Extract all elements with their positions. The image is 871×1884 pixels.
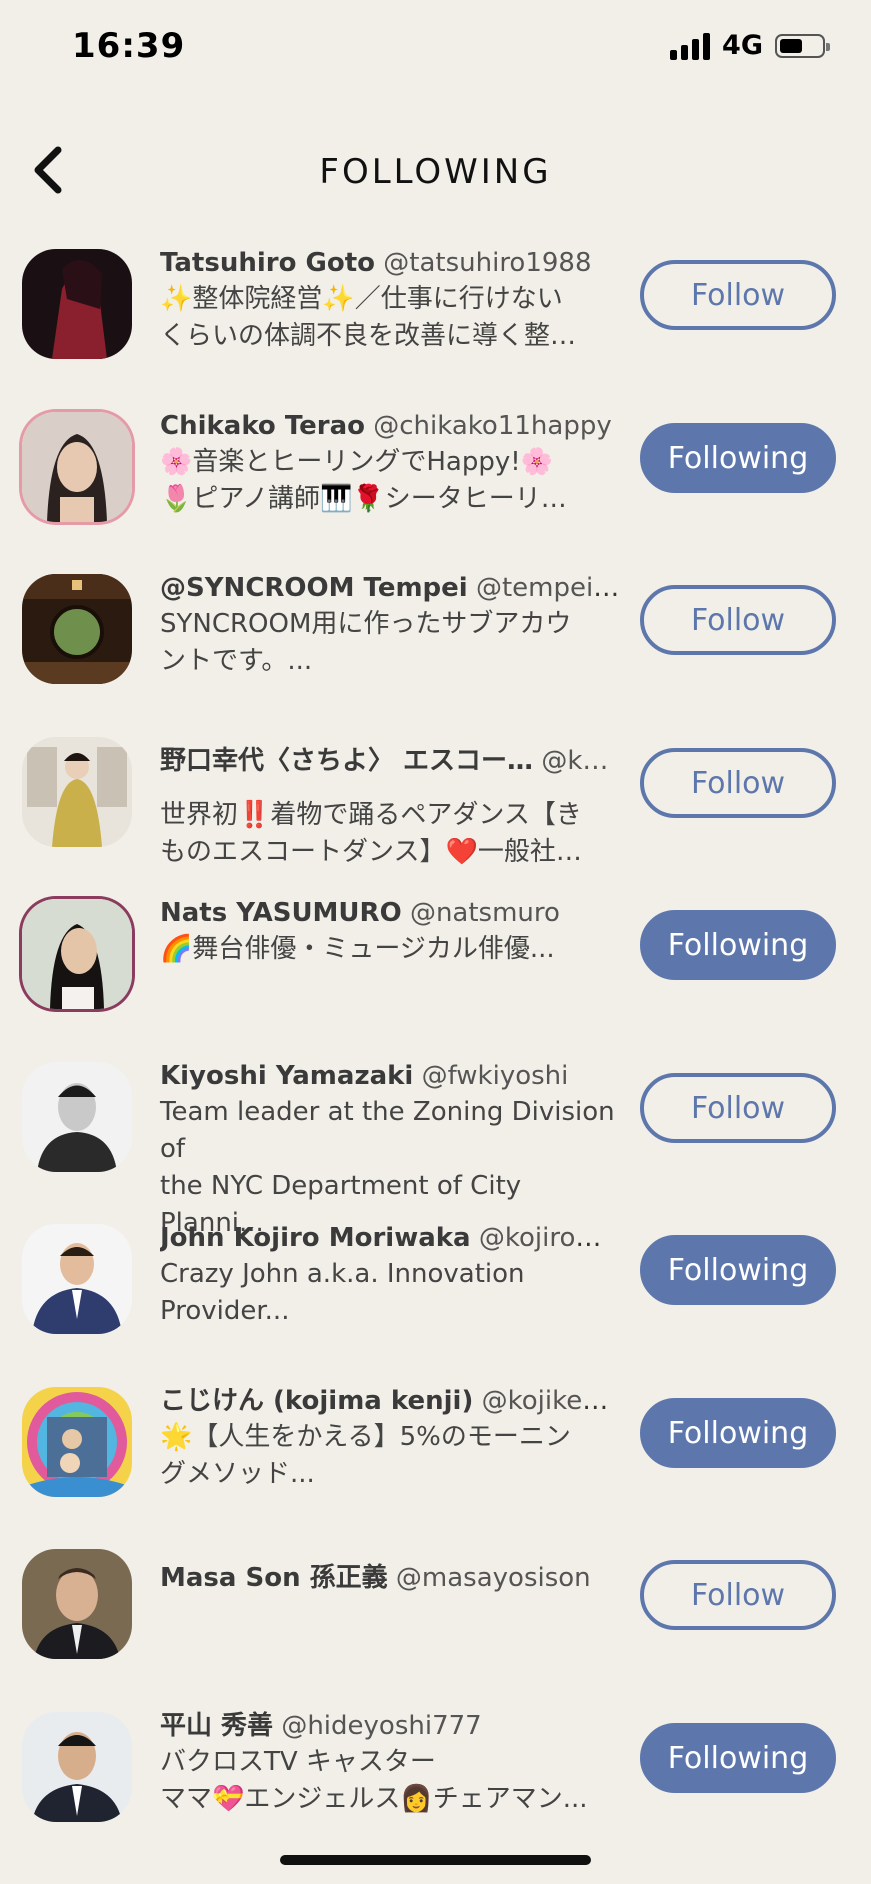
avatar[interactable]: [22, 1712, 132, 1822]
user-info: Masa Son 孫正義 @masayosison: [160, 1560, 620, 1596]
avatar[interactable]: [22, 1549, 132, 1659]
name-line: John Kojiro Moriwaka @kojiromori...: [160, 1220, 620, 1256]
header: FOLLOWING: [0, 130, 871, 210]
avatar[interactable]: [22, 1387, 132, 1497]
user-name: こじけん (kojima kenji): [160, 1386, 474, 1416]
follow-button[interactable]: Follow: [640, 260, 836, 330]
list-item[interactable]: Kiyoshi Yamazaki @fwkiyoshi Team leader …: [0, 1058, 871, 1238]
user-name: John Kojiro Moriwaka: [160, 1223, 471, 1253]
follow-button[interactable]: Follow: [640, 1073, 836, 1143]
user-handle: @fwkiyoshi: [421, 1061, 569, 1091]
follow-button[interactable]: Follow: [640, 1560, 836, 1630]
user-handle: @chikako11happy: [373, 411, 612, 441]
user-name: Kiyoshi Yamazaki: [160, 1061, 414, 1091]
user-handle: @k…: [541, 746, 609, 776]
name-line: こじけん (kojima kenji) @kojiken427: [160, 1383, 620, 1419]
name-line: 平山 秀善 @hideyoshi777: [160, 1708, 620, 1744]
user-info: 野口幸代〈さちよ〉 エスコー… @k… 世界初‼️着物で踊るペアダンス【き もの…: [160, 743, 620, 871]
name-line: @SYNCROOM Tempei @tempeizm: [160, 570, 620, 606]
name-line: Kiyoshi Yamazaki @fwkiyoshi: [160, 1058, 620, 1094]
following-button[interactable]: Following: [640, 1235, 836, 1305]
user-handle: @tempeizm: [475, 573, 620, 603]
user-bio: 🌸音楽とヒーリングでHappy!🌸 🌷ピアノ講師🎹🌹シータヒーリ…: [160, 447, 567, 514]
network-label: 4G: [722, 30, 763, 61]
name-line: Masa Son 孫正義 @masayosison: [160, 1560, 620, 1596]
user-name: Chikako Terao: [160, 411, 365, 441]
page-title: FOLLOWING: [319, 152, 552, 192]
user-bio: SYNCROOM用に作ったサブアカウ ントです。...: [160, 609, 572, 676]
following-button[interactable]: Following: [640, 1723, 836, 1793]
list-item[interactable]: John Kojiro Moriwaka @kojiromori... Craz…: [0, 1220, 871, 1382]
user-handle: @hideyoshi777: [281, 1711, 482, 1741]
signal-icon: [670, 32, 711, 60]
user-info: 平山 秀善 @hideyoshi777 バクロスTV キャスター ママ💝エンジェ…: [160, 1708, 620, 1818]
battery-icon: [775, 33, 830, 58]
user-info: Chikako Terao @chikako11happy 🌸音楽とヒーリングで…: [160, 408, 620, 518]
name-line: Tatsuhiro Goto @tatsuhiro1988: [160, 245, 620, 281]
user-handle: @masayosison: [395, 1563, 591, 1593]
user-name: @SYNCROOM Tempei: [160, 573, 468, 603]
user-name: 平山 秀善: [160, 1711, 274, 1741]
user-info: Kiyoshi Yamazaki @fwkiyoshi Team leader …: [160, 1058, 620, 1242]
user-handle: @natsmuro: [409, 898, 560, 928]
user-bio: 🌈舞台俳優・ミュージカル俳優...: [160, 934, 555, 964]
list-item[interactable]: こじけん (kojima kenji) @kojiken427 🌟【人生をかえる…: [0, 1383, 871, 1545]
user-name: Masa Son 孫正義: [160, 1563, 388, 1593]
status-indicators: 4G: [670, 30, 830, 61]
user-bio: ✨整体院経営✨／仕事に行けない くらいの体調不良を改善に導く整…: [160, 284, 577, 351]
user-info: Nats YASUMURO @natsmuro 🌈舞台俳優・ミュージカル俳優..…: [160, 895, 620, 968]
status-time: 16:39: [72, 26, 186, 66]
name-line: 野口幸代〈さちよ〉 エスコー… @k…: [160, 743, 620, 779]
following-button[interactable]: Following: [640, 1398, 836, 1468]
list-item[interactable]: Chikako Terao @chikako11happy 🌸音楽とヒーリングで…: [0, 408, 871, 570]
avatar[interactable]: [22, 899, 132, 1009]
screen: 16:39 4G FOLLOWING Tatsuhiro Goto @tatsu…: [0, 0, 871, 1884]
user-handle: @kojiromori...: [478, 1223, 620, 1253]
user-bio: バクロスTV キャスター ママ💝エンジェルス👩チェアマン...: [160, 1747, 588, 1814]
avatar[interactable]: [22, 1062, 132, 1172]
status-bar: 16:39 4G: [0, 0, 871, 96]
avatar[interactable]: [22, 412, 132, 522]
avatar[interactable]: [22, 574, 132, 684]
list-item[interactable]: 野口幸代〈さちよ〉 エスコー… @k… 世界初‼️着物で踊るペアダンス【き もの…: [0, 733, 871, 895]
follow-button[interactable]: Follow: [640, 585, 836, 655]
name-line: Nats YASUMURO @natsmuro: [160, 895, 620, 931]
avatar[interactable]: [22, 737, 132, 847]
name-line: Chikako Terao @chikako11happy: [160, 408, 620, 444]
list-item[interactable]: Nats YASUMURO @natsmuro 🌈舞台俳優・ミュージカル俳優..…: [0, 895, 871, 1057]
list-item[interactable]: 平山 秀善 @hideyoshi777 バクロスTV キャスター ママ💝エンジェ…: [0, 1708, 871, 1870]
user-info: John Kojiro Moriwaka @kojiromori... Craz…: [160, 1220, 620, 1330]
user-bio: Crazy John a.k.a. Innovation Provider...: [160, 1259, 525, 1326]
user-name: 野口幸代〈さちよ〉 エスコー…: [160, 746, 534, 776]
avatar[interactable]: [22, 1224, 132, 1334]
following-button[interactable]: Following: [640, 910, 836, 980]
following-button[interactable]: Following: [640, 423, 836, 493]
list-item[interactable]: Tatsuhiro Goto @tatsuhiro1988 ✨整体院経営✨／仕事…: [0, 245, 871, 407]
list-item[interactable]: Masa Son 孫正義 @masayosison Follow: [0, 1545, 871, 1707]
home-indicator[interactable]: [280, 1855, 591, 1865]
user-bio: 世界初‼️着物で踊るペアダンス【き ものエスコートダンス】❤️一般社…: [160, 800, 582, 867]
user-info: Tatsuhiro Goto @tatsuhiro1988 ✨整体院経営✨／仕事…: [160, 245, 620, 355]
user-bio: 🌟【人生をかえる】5%のモーニン グメソッド...: [160, 1422, 571, 1489]
user-info: @SYNCROOM Tempei @tempeizm SYNCROOM用に作った…: [160, 570, 620, 680]
list-item[interactable]: @SYNCROOM Tempei @tempeizm SYNCROOM用に作った…: [0, 570, 871, 732]
user-handle: @kojiken427: [481, 1386, 620, 1416]
user-info: こじけん (kojima kenji) @kojiken427 🌟【人生をかえる…: [160, 1383, 620, 1493]
avatar[interactable]: [22, 249, 132, 359]
user-handle: @tatsuhiro1988: [383, 248, 592, 278]
user-name: Tatsuhiro Goto: [160, 248, 375, 278]
follow-button[interactable]: Follow: [640, 748, 836, 818]
user-name: Nats YASUMURO: [160, 898, 402, 928]
